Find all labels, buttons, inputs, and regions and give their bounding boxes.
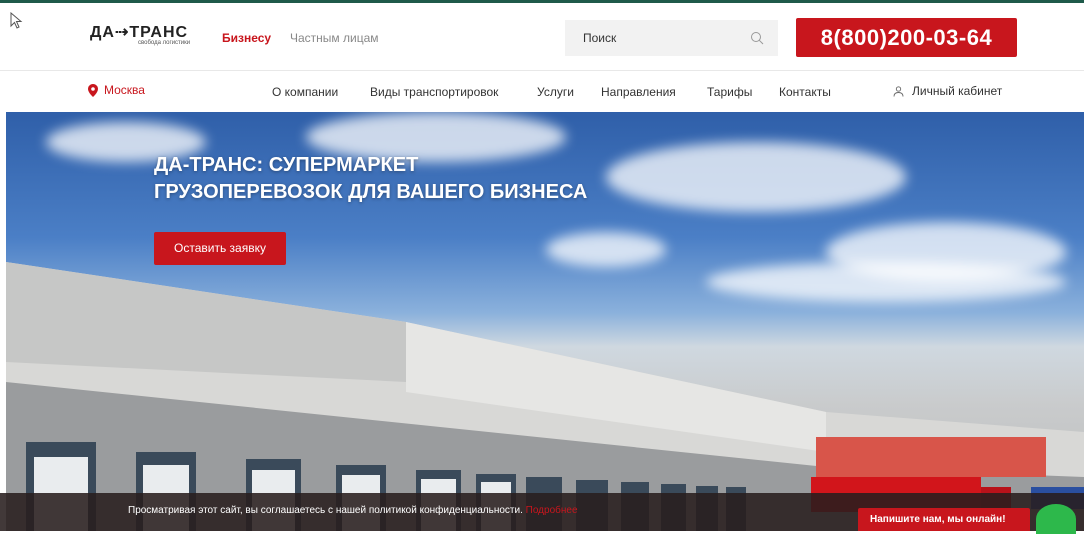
search-placeholder: Поиск [583,31,617,45]
cabinet-label: Личный кабинет [912,84,1003,98]
warehouse-image [6,262,1084,531]
personal-cabinet-link[interactable]: Личный кабинет [893,84,1002,98]
city-selector[interactable]: Москва [88,83,145,97]
location-pin-icon [88,83,98,97]
cookie-notice: Просматривая этот сайт, вы соглашаетесь … [128,505,578,516]
nav-item-transport-types[interactable]: Виды транспортировок [370,85,498,99]
nav-item-tariffs[interactable]: Тарифы [707,85,752,99]
header-divider [0,70,1084,71]
tab-business[interactable]: Бизнесу [222,31,271,45]
nav-item-services[interactable]: Услуги [537,85,574,99]
cookie-text: Просматривая этот сайт, вы соглашаетесь … [128,505,526,516]
user-icon [893,85,904,97]
online-chat-button[interactable]: Напишите нам, мы онлайн! [858,508,1030,531]
chat-online-indicator[interactable] [1036,504,1076,534]
phone-button[interactable]: 8(800)200-03-64 [796,18,1017,57]
hero-title-line-1: ДА-ТРАНС: СУПЕРМАРКЕТ [154,154,419,176]
tab-private[interactable]: Частным лицам [290,31,379,45]
hero-title-line-2: ГРУЗОПЕРЕВОЗОК ДЛЯ ВАШЕГО БИЗНЕСА [154,181,588,203]
search-input[interactable]: Поиск [565,20,778,56]
nav-item-contacts[interactable]: Контакты [779,85,831,99]
city-label: Москва [104,83,145,97]
nav-item-about[interactable]: О компании [272,85,338,99]
logo-tagline: свобода логистики [138,40,191,46]
nav-item-directions[interactable]: Направления [601,85,676,99]
cookie-more-link[interactable]: Подробнее [526,505,578,516]
hero-title: ДА-ТРАНС: СУПЕРМАРКЕТ ГРУЗОПЕРЕВОЗОК ДЛЯ… [154,152,587,206]
logo[interactable]: ДА⇢ТРАНС свобода логистики [90,22,200,50]
leave-request-button[interactable]: Оставить заявку [154,232,286,265]
logo-text: ДА⇢ТРАНС [90,24,189,41]
search-icon[interactable] [750,31,764,45]
cursor-icon [10,12,23,29]
hero-banner: ДА-ТРАНС: СУПЕРМАРКЕТ ГРУЗОПЕРЕВОЗОК ДЛЯ… [6,112,1084,531]
top-accent-line [0,0,1084,3]
